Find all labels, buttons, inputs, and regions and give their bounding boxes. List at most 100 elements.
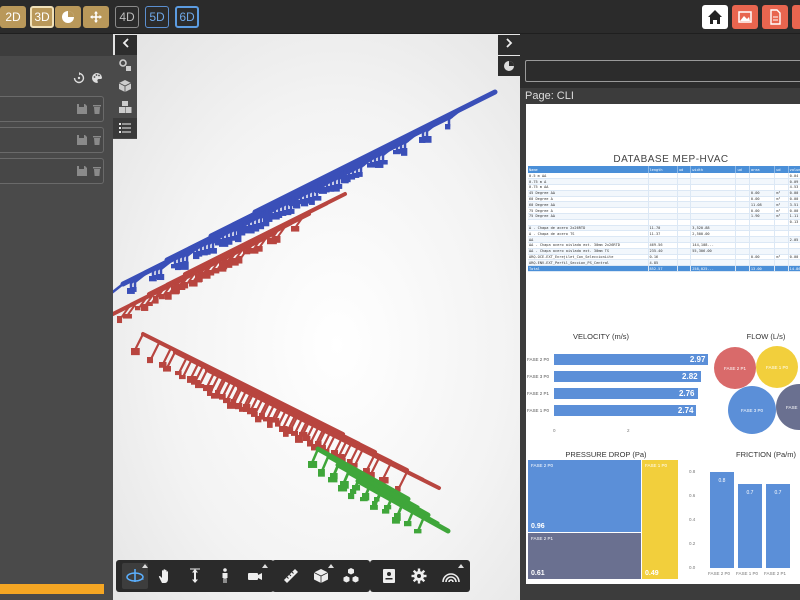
- return-grille[interactable]: [171, 286, 180, 294]
- exhaust-branch[interactable]: [320, 455, 330, 473]
- hvac-3d-model[interactable]: [113, 34, 520, 600]
- exhaust-terminal[interactable]: [328, 477, 338, 483]
- return-grille[interactable]: [135, 306, 141, 311]
- supply-diffuser[interactable]: [193, 252, 200, 260]
- supply-branch[interactable]: [113, 282, 125, 295]
- return-grille-lower[interactable]: [275, 422, 281, 427]
- return-grille-lower[interactable]: [283, 430, 289, 437]
- saved-view-row-1[interactable]: [0, 96, 104, 122]
- return-branch-lower[interactable]: [133, 332, 145, 352]
- return-grille-lower[interactable]: [227, 402, 236, 409]
- supply-diffuser[interactable]: [419, 137, 426, 143]
- supply-diffuser[interactable]: [445, 124, 451, 130]
- cube-view-button[interactable]: [113, 76, 137, 96]
- return-branch-lower[interactable]: [397, 470, 409, 490]
- walk-button[interactable]: [212, 563, 238, 589]
- return-grille-lower[interactable]: [179, 375, 186, 380]
- camera-button[interactable]: [242, 563, 268, 589]
- supply-diffuser[interactable]: [341, 176, 349, 184]
- pan-button[interactable]: [152, 563, 178, 589]
- save-icon[interactable]: [76, 134, 88, 146]
- report-search-input[interactable]: [525, 60, 800, 82]
- exhaust-terminal[interactable]: [392, 517, 400, 524]
- settings-button[interactable]: [406, 563, 432, 589]
- measure-button[interactable]: [278, 563, 304, 589]
- exhaust-terminal[interactable]: [414, 529, 422, 534]
- 3d-viewport[interactable]: [113, 34, 520, 600]
- exhaust-branch[interactable]: [310, 447, 320, 465]
- supply-diffuser[interactable]: [127, 288, 135, 294]
- dim-2d-button[interactable]: 2D: [0, 6, 26, 28]
- report-tab[interactable]: [498, 56, 520, 76]
- report-page[interactable]: DATABASE MEP-HVAC Name length ud width ud are…: [526, 104, 800, 584]
- move-tool-button[interactable]: [83, 6, 109, 28]
- return-grille-lower[interactable]: [295, 435, 303, 443]
- exhaust-terminal[interactable]: [360, 497, 368, 502]
- exhaust-terminal[interactable]: [348, 493, 355, 500]
- trash-icon[interactable]: [91, 103, 103, 115]
- exhaust-terminal[interactable]: [382, 509, 390, 514]
- properties-button[interactable]: [376, 563, 402, 589]
- dim-5d-button[interactable]: 5D: [145, 6, 169, 28]
- reset-icon[interactable]: [73, 72, 85, 84]
- image-report-button[interactable]: [732, 5, 758, 29]
- orange-dropdown-bar[interactable]: [0, 584, 104, 594]
- return-grille-lower[interactable]: [163, 366, 171, 372]
- supply-diffuser[interactable]: [215, 240, 221, 246]
- rainbow-button[interactable]: [438, 563, 464, 589]
- return-grille-lower[interactable]: [147, 357, 154, 364]
- pdf-report-button[interactable]: [762, 5, 788, 29]
- save-icon[interactable]: [76, 103, 88, 115]
- return-grille-lower[interactable]: [131, 348, 140, 356]
- orbit-button[interactable]: [122, 563, 148, 589]
- exhaust-terminal[interactable]: [308, 461, 318, 468]
- return-grille[interactable]: [243, 250, 251, 255]
- extra-report-button[interactable]: [792, 5, 800, 29]
- exhaust-terminal[interactable]: [338, 485, 348, 492]
- return-grille-lower[interactable]: [195, 384, 205, 389]
- supply-diffuser[interactable]: [393, 150, 401, 155]
- saved-view-row-2[interactable]: [0, 127, 104, 153]
- supply-diffuser[interactable]: [263, 215, 270, 223]
- exhaust-terminal[interactable]: [404, 521, 412, 527]
- supply-diffuser[interactable]: [315, 189, 321, 194]
- home-button[interactable]: [702, 5, 728, 29]
- return-grille-lower[interactable]: [211, 393, 221, 399]
- return-grille[interactable]: [153, 296, 159, 304]
- trash-icon[interactable]: [91, 165, 103, 177]
- exhaust-terminal[interactable]: [318, 469, 325, 477]
- palette-icon[interactable]: [91, 72, 103, 84]
- return-grille[interactable]: [195, 274, 203, 282]
- collapse-right-panel-button[interactable]: [498, 35, 520, 55]
- return-grille[interactable]: [291, 226, 300, 232]
- return-grille[interactable]: [267, 238, 277, 245]
- supply-diffuser[interactable]: [219, 239, 229, 247]
- saved-view-row-3[interactable]: [0, 158, 104, 184]
- section-box-button[interactable]: [308, 563, 334, 589]
- list-view-button[interactable]: [113, 118, 137, 138]
- supply-diffuser[interactable]: [171, 264, 179, 269]
- return-grille[interactable]: [219, 262, 228, 270]
- return-duct-lower[interactable]: [237, 386, 441, 490]
- cubes-view-button[interactable]: [113, 97, 137, 117]
- collapse-left-panel-button[interactable]: [115, 35, 137, 55]
- return-grille-lower[interactable]: [175, 371, 182, 376]
- trash-icon[interactable]: [91, 134, 103, 146]
- pie-chart-tool-button[interactable]: [55, 6, 81, 28]
- return-branch-lower[interactable]: [149, 341, 161, 361]
- explode-button[interactable]: [338, 563, 364, 589]
- exhaust-branch[interactable]: [416, 515, 426, 533]
- settings-cubes-button[interactable]: [113, 55, 137, 75]
- supply-diffuser[interactable]: [289, 202, 295, 207]
- return-grille[interactable]: [117, 316, 123, 324]
- dim-6d-button[interactable]: 6D: [175, 6, 199, 28]
- dim-3d-button[interactable]: 3D: [30, 6, 54, 28]
- supply-diffuser[interactable]: [237, 228, 246, 236]
- return-grille-lower[interactable]: [267, 421, 273, 428]
- supply-diffuser[interactable]: [367, 163, 377, 168]
- vertical-move-button[interactable]: [182, 563, 208, 589]
- save-icon[interactable]: [76, 165, 88, 177]
- supply-diffuser[interactable]: [149, 276, 157, 282]
- exhaust-terminal[interactable]: [370, 505, 378, 510]
- return-grille-lower[interactable]: [255, 416, 262, 423]
